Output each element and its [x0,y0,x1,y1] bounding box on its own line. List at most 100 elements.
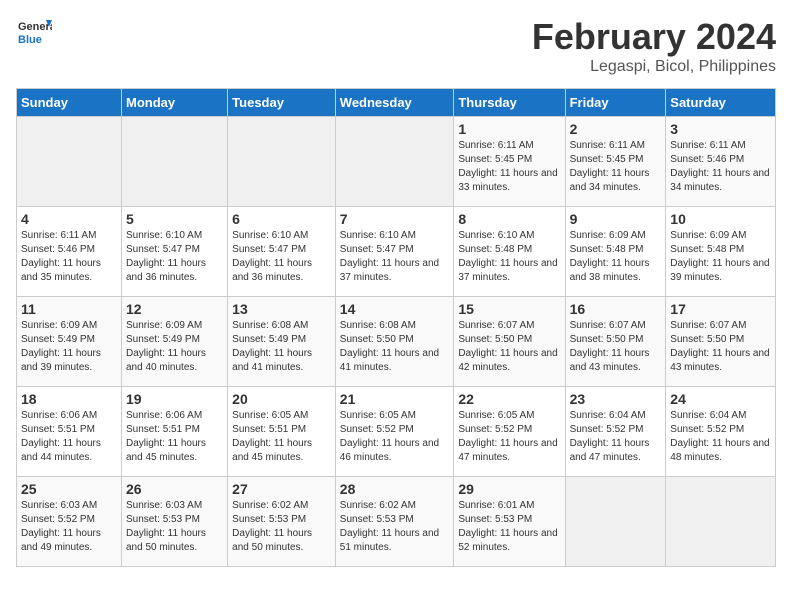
calendar-cell: 7Sunrise: 6:10 AM Sunset: 5:47 PM Daylig… [335,207,454,297]
day-info: Sunrise: 6:05 AM Sunset: 5:52 PM Dayligh… [340,409,450,465]
calendar-cell [122,117,228,207]
day-number: 22 [458,391,560,407]
calendar-cell [335,117,454,207]
day-info: Sunrise: 6:07 AM Sunset: 5:50 PM Dayligh… [570,319,662,375]
day-number: 14 [340,301,450,317]
day-info: Sunrise: 6:11 AM Sunset: 5:45 PM Dayligh… [570,139,662,195]
day-info: Sunrise: 6:03 AM Sunset: 5:53 PM Dayligh… [126,499,223,555]
day-number: 9 [570,211,662,227]
day-info: Sunrise: 6:10 AM Sunset: 5:47 PM Dayligh… [232,229,331,285]
day-number: 27 [232,481,331,497]
calendar-cell [228,117,336,207]
day-info: Sunrise: 6:07 AM Sunset: 5:50 PM Dayligh… [670,319,771,375]
day-info: Sunrise: 6:01 AM Sunset: 5:53 PM Dayligh… [458,499,560,555]
calendar-cell: 2 Sunrise: 6:11 AM Sunset: 5:45 PM Daylig… [565,117,666,207]
calendar-cell: 15 Sunrise: 6:07 AM Sunset: 5:50 PM Dayli… [454,297,565,387]
day-number: 7 [340,211,450,227]
calendar-table: SundayMondayTuesdayWednesdayThursdayFrid… [16,88,776,567]
day-number: 18 [21,391,117,407]
day-number: 10 [670,211,771,227]
col-header-tuesday: Tuesday [228,89,336,117]
day-info: Sunrise: 6:11 AM Sunset: 5:46 PM Dayligh… [21,229,117,285]
calendar-cell: 18 Sunrise: 6:06 AM Sunset: 5:51 PM Dayli… [17,387,122,477]
title-area: February 2024 Legaspi, Bicol, Philippine… [532,16,776,76]
day-info: Sunrise: 6:09 AM Sunset: 5:48 PM Dayligh… [570,229,662,285]
day-info: Sunrise: 6:11 AM Sunset: 5:46 PM Dayligh… [670,139,771,195]
calendar-cell: 9 Sunrise: 6:09 AM Sunset: 5:48 PM Daylig… [565,207,666,297]
week-row-2: 4 Sunrise: 6:11 AM Sunset: 5:46 PM Daylig… [17,207,776,297]
day-info: Sunrise: 6:02 AM Sunset: 5:53 PM Dayligh… [340,499,450,555]
calendar-cell: 28 Sunrise: 6:02 AM Sunset: 5:53 PM Dayli… [335,477,454,567]
calendar-cell [666,477,776,567]
day-number: 15 [458,301,560,317]
logo-svg: General Blue [16,16,52,52]
col-header-sunday: Sunday [17,89,122,117]
day-info: Sunrise: 6:10 AM Sunset: 5:47 PM Dayligh… [126,229,223,285]
day-number: 25 [21,481,117,497]
col-header-friday: Friday [565,89,666,117]
calendar-cell: 16 Sunrise: 6:07 AM Sunset: 5:50 PM Dayli… [565,297,666,387]
week-row-1: 1 Sunrise: 6:11 AM Sunset: 5:45 PM Daylig… [17,117,776,207]
day-info: Sunrise: 6:09 AM Sunset: 5:48 PM Dayligh… [670,229,771,285]
day-info: Sunrise: 6:10 AM Sunset: 5:48 PM Dayligh… [458,229,560,285]
calendar-cell: 4 Sunrise: 6:11 AM Sunset: 5:46 PM Daylig… [17,207,122,297]
day-info: Sunrise: 6:07 AM Sunset: 5:50 PM Dayligh… [458,319,560,375]
week-row-5: 25 Sunrise: 6:03 AM Sunset: 5:52 PM Dayli… [17,477,776,567]
day-info: Sunrise: 6:11 AM Sunset: 5:45 PM Dayligh… [458,139,560,195]
day-number: 13 [232,301,331,317]
col-header-monday: Monday [122,89,228,117]
header-row: SundayMondayTuesdayWednesdayThursdayFrid… [17,89,776,117]
calendar-cell: 10 Sunrise: 6:09 AM Sunset: 5:48 PM Dayli… [666,207,776,297]
day-number: 16 [570,301,662,317]
page-title: February 2024 [532,16,776,58]
day-info: Sunrise: 6:05 AM Sunset: 5:51 PM Dayligh… [232,409,331,465]
day-number: 21 [340,391,450,407]
svg-text:Blue: Blue [18,34,42,46]
calendar-cell: 26 Sunrise: 6:03 AM Sunset: 5:53 PM Dayli… [122,477,228,567]
calendar-cell: 29 Sunrise: 6:01 AM Sunset: 5:53 PM Dayli… [454,477,565,567]
day-info: Sunrise: 6:04 AM Sunset: 5:52 PM Dayligh… [570,409,662,465]
header: General Blue February 2024 Legaspi, Bico… [16,16,776,76]
calendar-cell: 21 Sunrise: 6:05 AM Sunset: 5:52 PM Dayli… [335,387,454,477]
week-row-4: 18 Sunrise: 6:06 AM Sunset: 5:51 PM Dayli… [17,387,776,477]
day-info: Sunrise: 6:08 AM Sunset: 5:49 PM Dayligh… [232,319,331,375]
day-number: 4 [21,211,117,227]
calendar-cell [565,477,666,567]
col-header-thursday: Thursday [454,89,565,117]
day-number: 19 [126,391,223,407]
day-number: 2 [570,121,662,137]
calendar-cell: 5 Sunrise: 6:10 AM Sunset: 5:47 PM Daylig… [122,207,228,297]
day-number: 12 [126,301,223,317]
day-number: 8 [458,211,560,227]
day-info: Sunrise: 6:02 AM Sunset: 5:53 PM Dayligh… [232,499,331,555]
calendar-cell: 17 Sunrise: 6:07 AM Sunset: 5:50 PM Dayli… [666,297,776,387]
day-info: Sunrise: 6:08 AM Sunset: 5:50 PM Dayligh… [340,319,450,375]
calendar-cell: 14 Sunrise: 6:08 AM Sunset: 5:50 PM Dayli… [335,297,454,387]
day-number: 11 [21,301,117,317]
calendar-cell: 12Sunrise: 6:09 AM Sunset: 5:49 PM Dayli… [122,297,228,387]
calendar-cell: 24 Sunrise: 6:04 AM Sunset: 5:52 PM Dayli… [666,387,776,477]
col-header-wednesday: Wednesday [335,89,454,117]
day-number: 1 [458,121,560,137]
day-number: 6 [232,211,331,227]
day-info: Sunrise: 6:05 AM Sunset: 5:52 PM Dayligh… [458,409,560,465]
day-info: Sunrise: 6:06 AM Sunset: 5:51 PM Dayligh… [126,409,223,465]
day-number: 28 [340,481,450,497]
calendar-cell: 25 Sunrise: 6:03 AM Sunset: 5:52 PM Dayli… [17,477,122,567]
day-number: 5 [126,211,223,227]
day-info: Sunrise: 6:03 AM Sunset: 5:52 PM Dayligh… [21,499,117,555]
calendar-cell: 22 Sunrise: 6:05 AM Sunset: 5:52 PM Dayli… [454,387,565,477]
day-number: 20 [232,391,331,407]
svg-text:General: General [18,21,52,33]
day-number: 24 [670,391,771,407]
day-info: Sunrise: 6:04 AM Sunset: 5:52 PM Dayligh… [670,409,771,465]
day-number: 17 [670,301,771,317]
calendar-cell: 8 Sunrise: 6:10 AM Sunset: 5:48 PM Daylig… [454,207,565,297]
day-info: Sunrise: 6:06 AM Sunset: 5:51 PM Dayligh… [21,409,117,465]
calendar-cell [17,117,122,207]
day-number: 26 [126,481,223,497]
col-header-saturday: Saturday [666,89,776,117]
day-number: 3 [670,121,771,137]
day-number: 29 [458,481,560,497]
day-number: 23 [570,391,662,407]
